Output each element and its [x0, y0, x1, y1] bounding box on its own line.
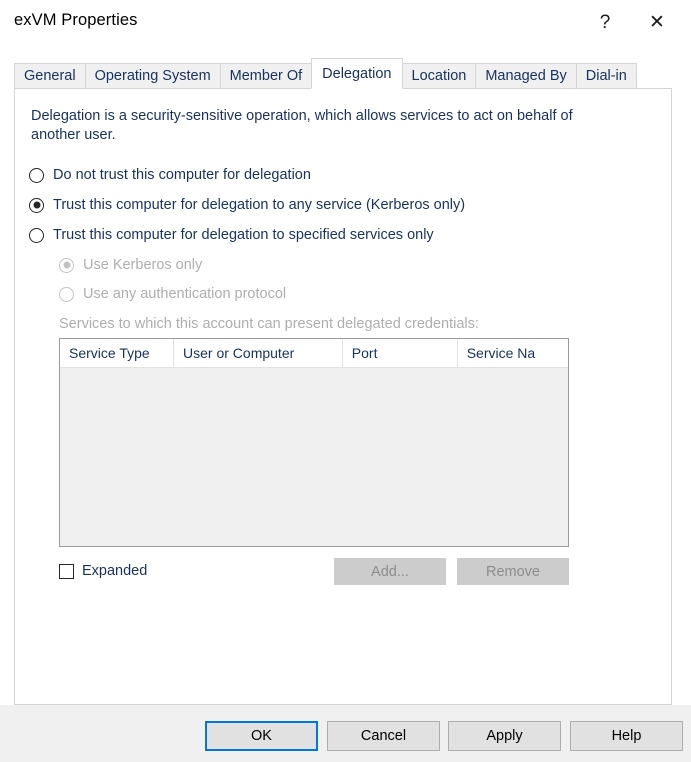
question-mark-icon: ?	[599, 11, 611, 33]
tab-label: Member Of	[229, 68, 303, 84]
tab-general[interactable]: General	[14, 63, 86, 89]
expanded-checkbox[interactable]: Expanded	[59, 563, 147, 579]
delegation-description: Delegation is a security-sensitive opera…	[31, 108, 573, 143]
tab-delegation[interactable]: Delegation	[311, 58, 403, 89]
apply-button[interactable]: Apply	[448, 721, 561, 751]
remove-button: Remove	[457, 558, 569, 585]
delegation-tab-panel: Delegation is a security-sensitive opera…	[14, 88, 672, 705]
radio-indicator-icon	[59, 257, 74, 273]
tab-label: Location	[411, 68, 467, 84]
tab-label: Operating System	[94, 68, 211, 84]
close-icon: ✕	[649, 10, 665, 33]
radio-do-not-trust[interactable]: Do not trust this computer for delegatio…	[29, 167, 311, 183]
help-button-footer[interactable]: Help	[570, 721, 683, 751]
radio-use-kerberos-only: Use Kerberos only	[59, 257, 202, 273]
checkbox-indicator-icon	[59, 563, 74, 579]
cancel-button[interactable]: Cancel	[327, 721, 440, 751]
column-header-service-name[interactable]: Service Na	[457, 339, 568, 367]
radio-label: Use Kerberos only	[83, 257, 203, 273]
add-button: Add...	[334, 558, 446, 585]
services-table[interactable]: Service Type User or Computer Port Servi…	[59, 338, 569, 547]
help-button[interactable]: ?	[582, 0, 628, 44]
tab-managed-by[interactable]: Managed By	[475, 63, 577, 89]
tab-label: Dial-in	[585, 68, 627, 84]
table-header-row: Service Type User or Computer Port Servi…	[60, 339, 568, 368]
ok-button[interactable]: OK	[205, 721, 318, 751]
tab-location[interactable]: Location	[401, 63, 477, 89]
tab-label: Managed By	[485, 68, 567, 84]
close-button[interactable]: ✕	[634, 0, 680, 44]
radio-trust-any-service[interactable]: Trust this computer for delegation to an…	[29, 197, 465, 213]
window-title: exVM Properties	[14, 11, 138, 29]
tab-label: Delegation	[322, 65, 392, 82]
radio-label: Use any authentication protocol	[83, 286, 287, 302]
services-list-label: Services to which this account can prese…	[59, 316, 479, 332]
radio-indicator-icon	[29, 227, 44, 243]
radio-label: Trust this computer for delegation to an…	[53, 197, 466, 213]
tab-member-of[interactable]: Member Of	[219, 63, 313, 89]
column-header-user-or-computer[interactable]: User or Computer	[174, 339, 343, 367]
radio-trust-specified-services[interactable]: Trust this computer for delegation to sp…	[29, 227, 434, 243]
radio-use-any-auth-protocol: Use any authentication protocol	[59, 286, 286, 302]
radio-label: Do not trust this computer for delegatio…	[53, 167, 311, 183]
radio-indicator-icon	[59, 286, 74, 302]
tab-operating-system[interactable]: Operating System	[84, 63, 221, 89]
tab-dial-in[interactable]: Dial-in	[575, 63, 637, 89]
column-header-service-type[interactable]: Service Type	[60, 339, 175, 367]
column-header-port[interactable]: Port	[342, 339, 458, 367]
radio-indicator-icon	[29, 197, 44, 213]
tab-strip: General Operating System Member Of Deleg…	[14, 58, 637, 89]
expanded-label: Expanded	[82, 563, 148, 579]
title-bar: exVM Properties ? ✕	[0, 0, 691, 46]
tab-label: General	[24, 68, 76, 84]
radio-label: Trust this computer for delegation to sp…	[53, 227, 434, 243]
radio-indicator-icon	[29, 167, 44, 183]
dialog-footer: OK Cancel Apply Help	[0, 705, 691, 762]
table-body-empty[interactable]	[60, 368, 568, 546]
